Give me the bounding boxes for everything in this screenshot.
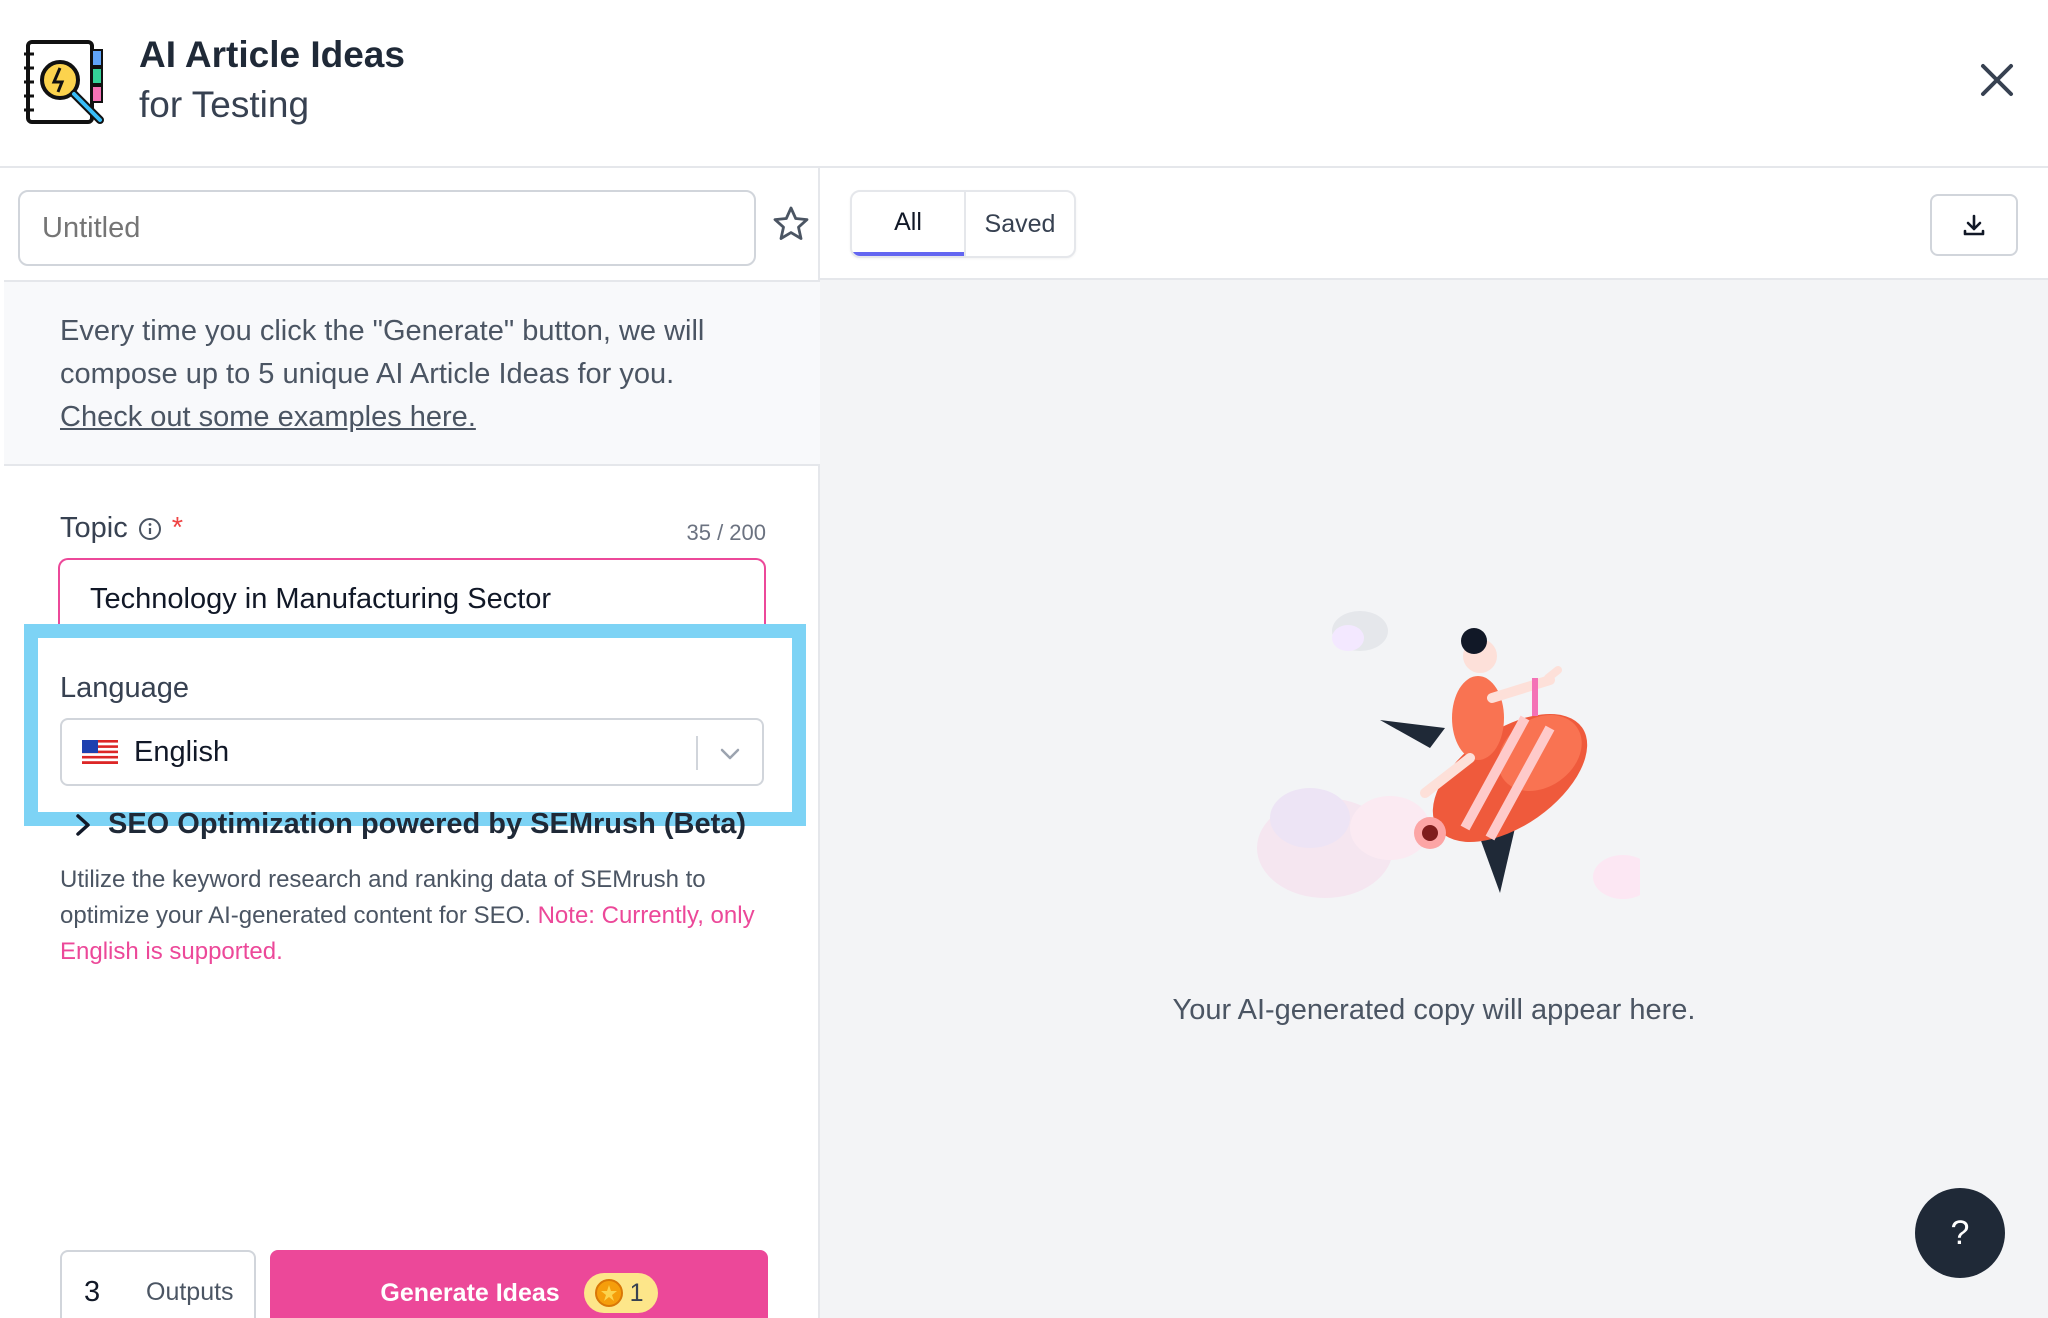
topic-label: Topic * [60,512,183,545]
star-icon[interactable] [771,204,811,244]
chevron-right-icon [76,813,90,836]
output-panel: All Saved Your AI-generated copy will ap… [820,168,2048,1318]
info-icon[interactable] [138,517,162,541]
document-title-input[interactable] [18,190,756,266]
help-button[interactable]: ? [1915,1188,2005,1278]
topic-label-text: Topic [60,512,128,544]
download-icon [1963,214,1985,236]
generate-ideas-button[interactable]: Generate Ideas 1 [270,1250,768,1318]
select-divider [696,736,698,770]
char-count: 35 / 200 [686,520,766,545]
language-value: English [134,735,230,768]
seo-optimization-toggle[interactable]: SEO Optimization powered by SEMrush (Bet… [72,808,746,841]
tab-all[interactable]: All [852,192,964,256]
chevron-down-icon[interactable] [716,740,744,768]
tab-saved[interactable]: Saved [964,192,1074,256]
input-panel: Every time you click the "Generate" butt… [4,168,820,1318]
coin-icon [594,1279,623,1307]
credit-count: 1 [629,1278,644,1307]
language-label: Language [60,672,190,704]
outputs-value[interactable]: 3 [84,1276,134,1309]
empty-state-message: Your AI-generated copy will appear here. [1172,994,1696,1026]
lightbulb-notebook-icon [24,40,104,124]
download-button[interactable] [1930,194,2018,256]
outputs-label: Outputs [146,1277,234,1306]
language-select[interactable]: English [60,718,764,786]
rocket-rider-illustration [1257,611,1640,899]
credit-cost-badge: 1 [583,1273,658,1313]
close-icon[interactable] [1975,58,2019,102]
page-title: AI Article Ideas [139,34,405,75]
generate-label: Generate Ideas [380,1278,560,1307]
modal-header: AI Article Ideas for Testing [0,0,2048,168]
output-tabs: All Saved [850,190,1076,258]
required-mark: * [171,512,183,544]
page-subtitle: for Testing [139,84,310,125]
us-flag-icon [82,740,118,764]
seo-title: SEO Optimization powered by SEMrush (Bet… [108,808,747,840]
info-text: Every time you click the "Generate" butt… [60,315,705,390]
info-box: Every time you click the "Generate" butt… [4,280,820,466]
seo-description: Utilize the keyword research and ranking… [60,862,780,970]
examples-link[interactable]: Check out some examples here. [60,401,476,433]
outputs-count-field[interactable]: 3 Outputs [60,1250,256,1318]
output-toolbar: All Saved [820,168,2048,280]
